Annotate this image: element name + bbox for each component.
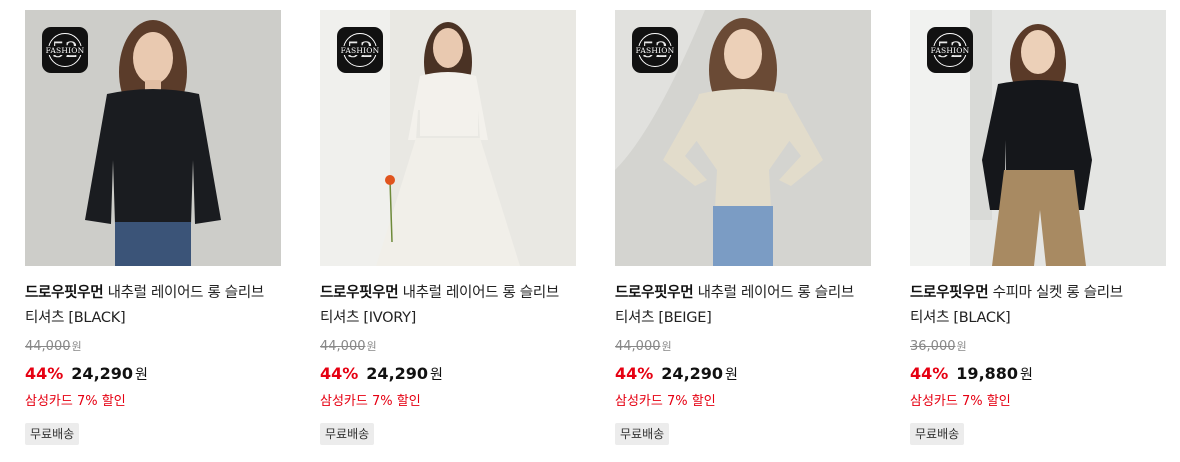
free-shipping-badge: 무료배송 [320,423,375,445]
brand-logo: 52 FASHION [632,27,678,73]
sale-price: 44% 24,290 원 [615,364,738,383]
original-price: 44,000원 [25,339,82,354]
product-image[interactable]: 52 FASHION [25,10,281,266]
sale-price: 44% 24,290 원 [320,364,443,383]
sale-price: 44% 24,290 원 [25,364,148,383]
card-promo: 삼성카드 7% 할인 [615,394,716,409]
brand-logo: 52 FASHION [927,27,973,73]
discount-rate: 44% [910,364,949,383]
product-brand: 드로우핏우먼 [615,285,694,301]
card-promo: 삼성카드 7% 할인 [910,394,1011,409]
product-card[interactable]: 52 FASHION 드로우핏우먼 내추럴 레이어드 롱 슬리브 티셔츠 [BL… [25,10,281,445]
product-card[interactable]: 52 FASHION 드로우핏우먼 내추럴 레이어드 롱 슬리브 티셔츠 [IV… [320,10,576,445]
product-title[interactable]: 드로우핏우먼 수피마 실켓 롱 슬리브 티셔츠 [BLACK] [910,281,1166,331]
product-image[interactable]: 52 FASHION [910,10,1166,266]
discount-rate: 44% [320,364,359,383]
product-title[interactable]: 드로우핏우먼 내추럴 레이어드 롱 슬리브 티셔츠 [IVORY] [320,281,576,331]
product-grid: 52 FASHION 드로우핏우먼 내추럴 레이어드 롱 슬리브 티셔츠 [BL… [0,0,1180,462]
product-brand: 드로우핏우먼 [910,285,989,301]
discount-rate: 44% [615,364,654,383]
product-title[interactable]: 드로우핏우먼 내추럴 레이어드 롱 슬리브 티셔츠 [BLACK] [25,281,281,331]
original-price: 44,000원 [615,339,672,354]
product-card[interactable]: 52 FASHION 드로우핏우먼 내추럴 레이어드 롱 슬리브 티셔츠 [BE… [615,10,871,445]
product-card[interactable]: 52 FASHION 드로우핏우먼 수피마 실켓 롱 슬리브 티셔츠 [BLAC… [910,10,1166,445]
free-shipping-badge: 무료배송 [615,423,670,445]
card-promo: 삼성카드 7% 할인 [320,394,421,409]
sale-price: 44% 19,880 원 [910,364,1033,383]
brand-logo: 52 FASHION [42,27,88,73]
original-price: 44,000원 [320,339,377,354]
original-price: 36,000원 [910,339,967,354]
product-title[interactable]: 드로우핏우먼 내추럴 레이어드 롱 슬리브 티셔츠 [BEIGE] [615,281,871,331]
card-promo: 삼성카드 7% 할인 [25,394,126,409]
product-brand: 드로우핏우먼 [25,285,104,301]
product-brand: 드로우핏우먼 [320,285,399,301]
product-image[interactable]: 52 FASHION [320,10,576,266]
discount-rate: 44% [25,364,64,383]
product-image[interactable]: 52 FASHION [615,10,871,266]
free-shipping-badge: 무료배송 [25,423,80,445]
brand-logo: 52 FASHION [337,27,383,73]
free-shipping-badge: 무료배송 [910,423,965,445]
